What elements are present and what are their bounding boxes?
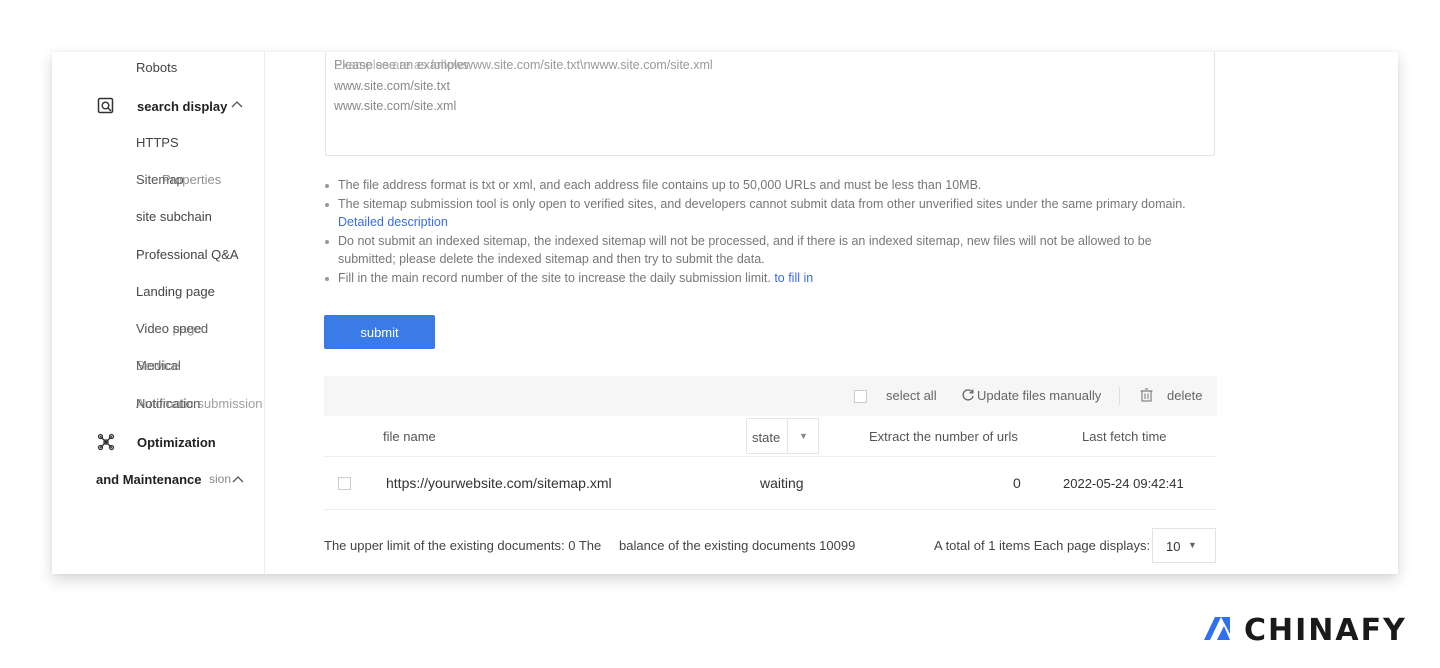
main-content: Please see an example: Examples are as f…	[265, 52, 1398, 574]
dropdown-divider	[787, 419, 788, 453]
textarea-line: www.site.com/site.xml	[334, 99, 457, 113]
sidebar-item-site-subchain[interactable]: site subchain	[136, 209, 212, 224]
table-row: https://yourwebsite.com/sitemap.xml wait…	[324, 457, 1217, 510]
column-header-file-name: file name	[383, 429, 436, 444]
toolbar-divider	[1119, 387, 1120, 405]
note-text: The file address format is txt or xml, a…	[338, 178, 982, 192]
search-display-icon	[97, 97, 115, 118]
note-text: Do not submit an indexed sitemap, the in…	[338, 233, 1152, 267]
note-item: The file address format is txt or xml, a…	[323, 176, 1203, 195]
update-files-button[interactable]: Update files manually	[977, 388, 1101, 403]
brand-name: CHINAFY	[1244, 612, 1407, 648]
brand-logo: CHINAFY	[1202, 612, 1407, 648]
note-item: Fill in the main record number of the si…	[323, 269, 1203, 288]
chevron-up-icon	[232, 473, 244, 488]
balance-text: balance of the existing documents 10099	[619, 538, 856, 553]
notes-list: The file address format is txt or xml, a…	[323, 176, 1203, 287]
column-header-state: state	[752, 430, 781, 445]
column-header-fetch-time: Last fetch time	[1082, 429, 1167, 444]
sidebar-group-maintenance[interactable]: and Maintenance sion	[96, 472, 256, 490]
page-size-value: 10	[1166, 539, 1181, 554]
sidebar-item-https[interactable]: HTTPS	[136, 135, 179, 150]
page-size-select[interactable]: 10 ▼	[1152, 528, 1216, 563]
placeholder-text-b: Examples are as follows	[334, 58, 469, 72]
placeholder-text-rest: www.site.com/site.txt\nwww.site.com/site…	[464, 58, 713, 72]
caret-down-icon: ▼	[1188, 540, 1197, 550]
table-header: file name state ▼ Extract the number of …	[324, 416, 1217, 457]
cell-file-name[interactable]: https://yourwebsite.com/sitemap.xml	[386, 475, 612, 491]
sidebar-item-overlay-label: Service	[136, 358, 180, 373]
refresh-icon[interactable]	[961, 388, 975, 407]
column-header-url-count: Extract the number of urls	[869, 429, 1018, 444]
sidebar-group-label: Optimization	[137, 435, 216, 450]
sidebar-group-suffix: sion	[209, 472, 232, 486]
sidebar-item-robots[interactable]: Robots	[136, 60, 177, 75]
note-item: The sitemap submission tool is only open…	[323, 195, 1203, 232]
fill-in-link[interactable]: to fill in	[774, 271, 813, 285]
caret-down-icon: ▼	[799, 431, 808, 441]
note-text: The sitemap submission tool is only open…	[338, 196, 1186, 211]
detailed-description-link[interactable]: Detailed description	[338, 215, 448, 229]
select-all-checkbox[interactable]	[854, 390, 867, 403]
pagination-total: A total of 1 items Each page displays:	[934, 538, 1151, 553]
chevron-up-icon	[231, 98, 243, 113]
sidebar-group-label: search display	[137, 99, 228, 114]
optimization-icon	[97, 433, 115, 454]
upper-limit-text: The upper limit of the existing document…	[324, 538, 602, 553]
sidebar-group-label: and Maintenance	[96, 472, 202, 487]
sidebar-item-overlay-label: Automatic submission	[136, 396, 263, 411]
sidebar-item-landing-page[interactable]: Landing page	[136, 284, 215, 299]
select-all-label[interactable]: select all	[886, 388, 937, 403]
sidebar-item-overlay-label: Video page	[136, 321, 202, 336]
trash-icon[interactable]	[1140, 388, 1153, 407]
sidebar-item-overlay-label: Site Properties	[136, 172, 222, 187]
note-item: Do not submit an indexed sitemap, the in…	[323, 232, 1203, 269]
sidebar-item-professional-qa[interactable]: Professional Q&A	[136, 247, 239, 262]
sitemap-url-textarea[interactable]: Please see an example: Examples are as f…	[325, 52, 1215, 156]
table-toolbar: select all Update files manually delete	[324, 376, 1217, 416]
sidebar-group-search-display[interactable]: search display	[97, 97, 257, 118]
cell-url-count: 0	[1013, 475, 1021, 491]
note-text: Fill in the main record number of the si…	[338, 270, 771, 285]
cell-fetch-time: 2022-05-24 09:42:41	[1063, 476, 1184, 491]
sidebar: Robots search display HTTPS Sitemap Site…	[52, 52, 265, 574]
cell-state: waiting	[760, 475, 804, 491]
row-checkbox[interactable]	[338, 477, 351, 490]
submit-button[interactable]: submit	[324, 315, 435, 349]
sitemap-panel: Robots search display HTTPS Sitemap Site…	[52, 52, 1398, 574]
textarea-line: www.site.com/site.txt	[334, 78, 450, 93]
delete-button[interactable]: delete	[1167, 388, 1202, 403]
state-filter-dropdown[interactable]: state ▼	[746, 418, 819, 454]
sidebar-group-optimization[interactable]: Optimization	[97, 433, 257, 454]
chinafy-logo-icon	[1202, 613, 1232, 648]
textarea-placeholder: Please see an example: Examples are as f…	[334, 55, 1206, 76]
